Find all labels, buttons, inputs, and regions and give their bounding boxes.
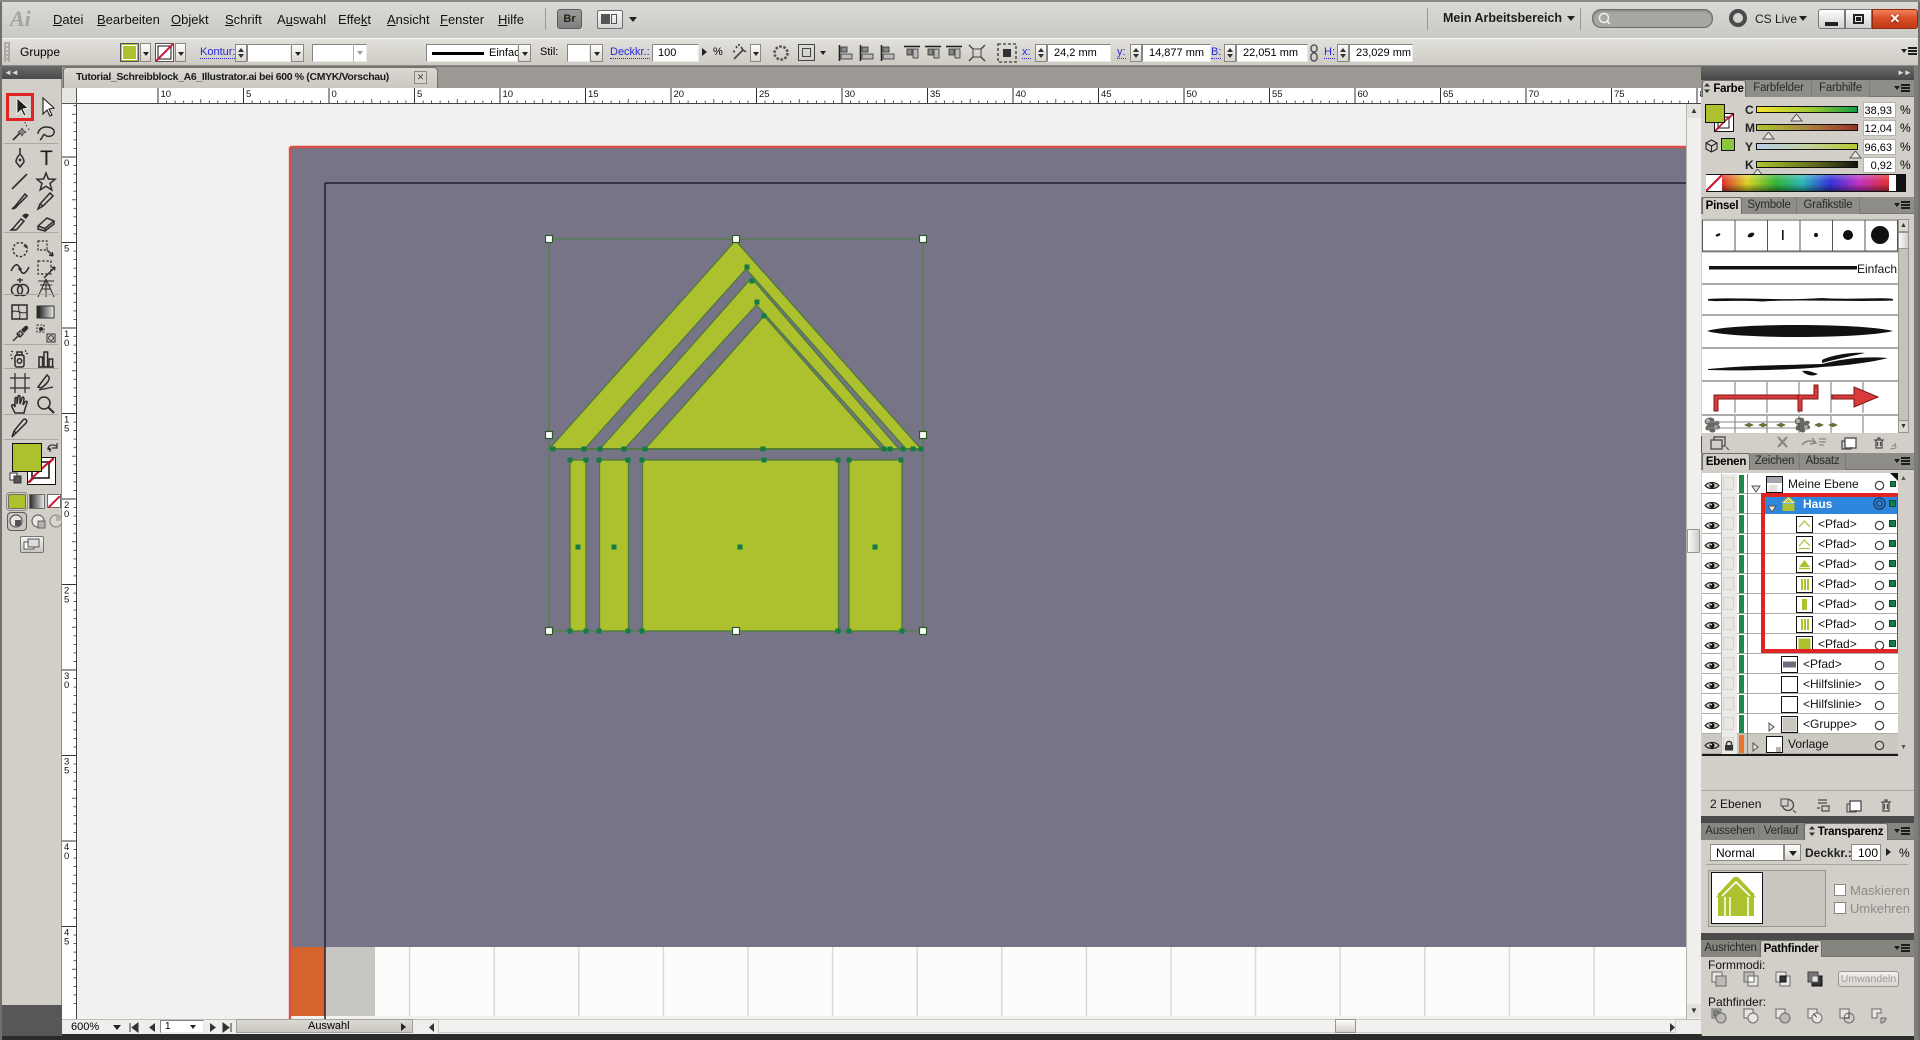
svg-text:25: 25 [759,89,770,100]
svg-text:40: 40 [1016,89,1027,100]
svg-text:0: 0 [64,509,69,520]
svg-text:10: 10 [161,89,172,100]
svg-text:30: 30 [845,89,856,100]
svg-text:5: 5 [64,424,69,435]
svg-text:0: 0 [64,338,69,349]
svg-text:0: 0 [332,89,337,100]
svg-text:T: T [40,147,53,170]
svg-text:0: 0 [64,680,69,691]
svg-text:5: 5 [64,937,69,948]
svg-text:15: 15 [588,89,599,100]
svg-text:45: 45 [1101,89,1112,100]
svg-text:55: 55 [1272,89,1283,100]
svg-text:75: 75 [1614,89,1625,100]
svg-text:5: 5 [64,244,69,255]
svg-text:5: 5 [64,595,69,606]
svg-text:5: 5 [417,89,422,100]
svg-text:10: 10 [503,89,514,100]
svg-text:0: 0 [64,851,69,862]
svg-text:35: 35 [930,89,941,100]
svg-text:0: 0 [64,158,69,169]
svg-text:5: 5 [246,89,251,100]
svg-text:70: 70 [1529,89,1540,100]
svg-text:50: 50 [1187,89,1198,100]
svg-text:Einfach: Einfach [1857,262,1897,276]
svg-text:60: 60 [1358,89,1369,100]
svg-text:65: 65 [1443,89,1454,100]
svg-text:20: 20 [674,89,685,100]
svg-text:5: 5 [64,766,69,777]
